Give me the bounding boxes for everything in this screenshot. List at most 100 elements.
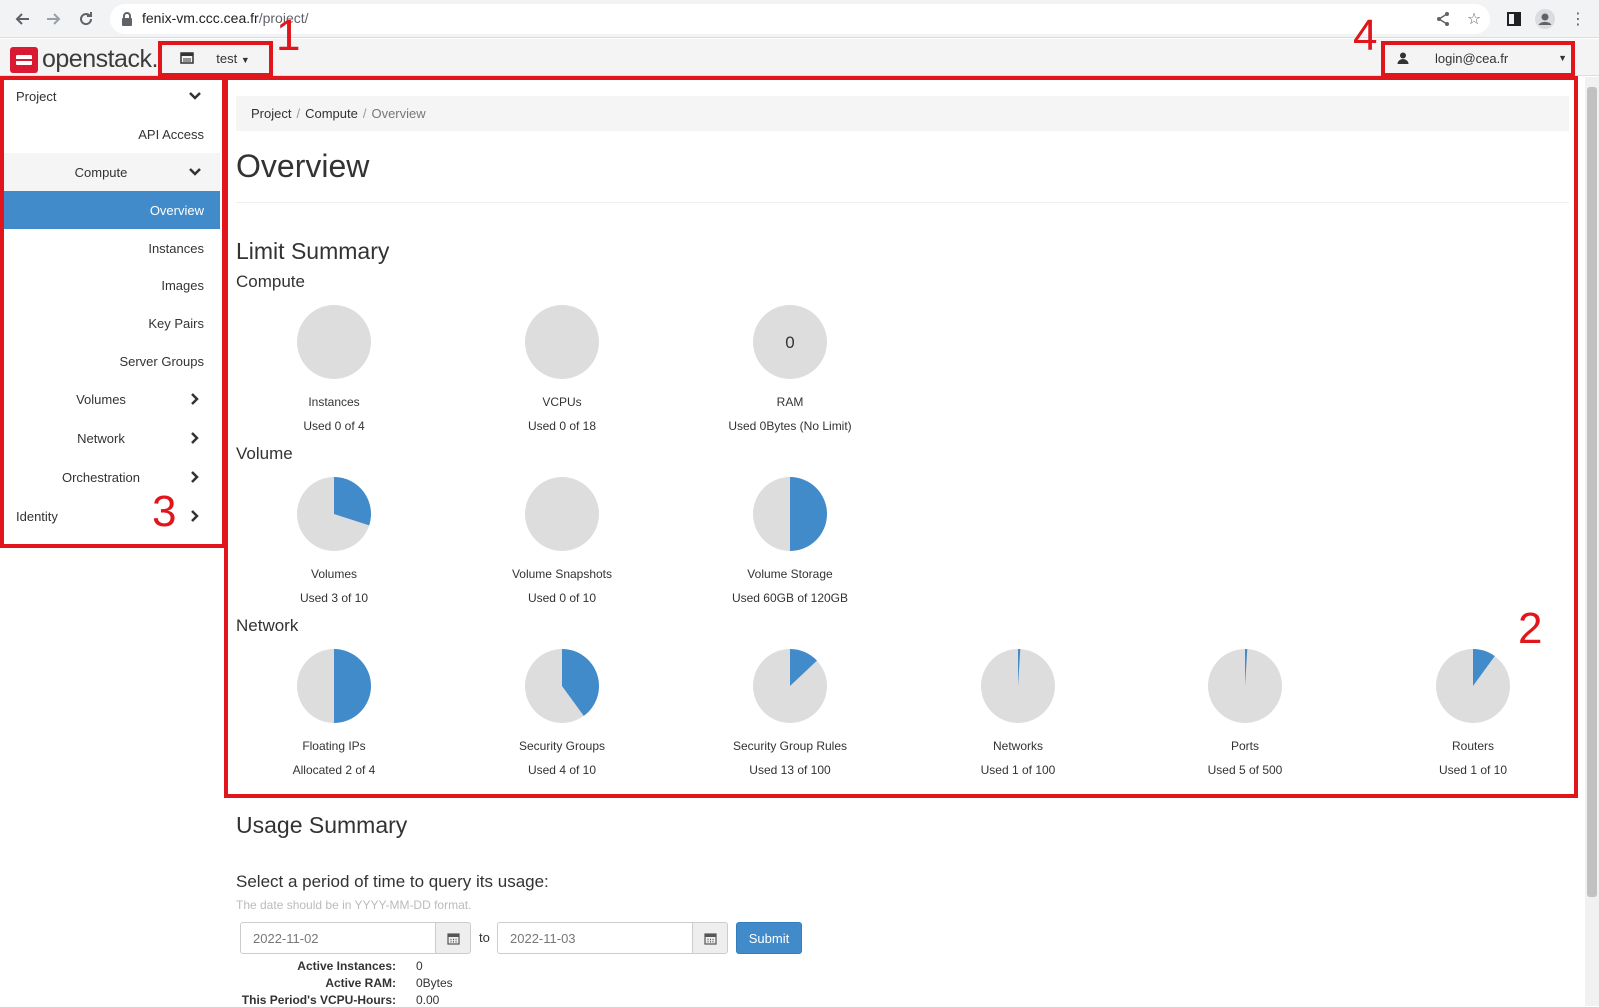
side-panel-icon[interactable] — [1503, 8, 1525, 30]
sidebar-item-label: Compute — [74, 164, 128, 180]
sidebar-item-overview[interactable]: Overview — [2, 191, 220, 229]
sidebar-item-label: Images — [161, 277, 204, 293]
pie-ports — [1208, 649, 1282, 723]
breadcrumb-project[interactable]: Project — [251, 106, 291, 121]
sidebar-item-label: Volumes — [76, 391, 126, 407]
pie-volumes — [297, 477, 371, 551]
sidebar-item-label: Key Pairs — [148, 315, 204, 331]
pie-label: Security Groups — [518, 739, 606, 753]
chevron-right-icon — [191, 510, 199, 522]
submit-button[interactable]: Submit — [736, 922, 802, 954]
pie-usage-text: Used 0 of 10 — [527, 591, 597, 605]
divider — [236, 202, 1569, 203]
openstack-logo-mark — [10, 46, 38, 73]
annotation-number-4: 4 — [1353, 11, 1378, 60]
pie-label: Ports — [1230, 739, 1259, 753]
page-scrollbar[interactable] — [1585, 77, 1599, 1006]
address-bar[interactable]: fenix-vm.ccc.cea.fr/project/ — [110, 4, 1490, 34]
end-date-input[interactable]: 2022-11-03 — [497, 922, 693, 954]
pie-security-groups — [525, 649, 599, 723]
compute-heading: Compute — [236, 272, 305, 291]
query-label: Select a period of time to query its usa… — [236, 872, 549, 891]
pie-usage-text: Used 1 of 100 — [980, 763, 1056, 777]
back-icon[interactable] — [10, 7, 34, 31]
start-date-input[interactable]: 2022-11-02 — [240, 922, 436, 954]
sidebar-item-api-access[interactable]: API Access — [2, 115, 220, 153]
bookmark-star-icon[interactable]: ☆ — [1463, 8, 1485, 30]
sidebar-item-label: Network — [77, 430, 125, 446]
pie-usage-text: Used 60GB of 120GB — [731, 591, 849, 605]
pie-usage-text: Used 0Bytes (No Limit) — [728, 419, 852, 433]
pie-vcpus — [525, 305, 599, 379]
caret-down-icon: ▼ — [240, 54, 250, 65]
pie-label: Floating IPs — [302, 739, 366, 753]
breadcrumb-compute[interactable]: Compute — [305, 106, 358, 121]
sidebar-item-network[interactable]: Network — [2, 419, 220, 457]
pie-instances — [297, 305, 371, 379]
sidebar-item-key-pairs[interactable]: Key Pairs — [2, 304, 220, 342]
pie-label: Security Group Rules — [732, 739, 848, 753]
pie-volume-snapshots — [525, 477, 599, 551]
pie-label: VCPUs — [542, 395, 582, 409]
pie-usage-text: Used 4 of 10 — [527, 763, 597, 777]
scrollbar-thumb[interactable] — [1587, 87, 1597, 897]
breadcrumb: Project / Compute / Overview — [236, 96, 1569, 131]
sidebar-item-label: Project — [16, 88, 57, 104]
sidebar-item-server-groups[interactable]: Server Groups — [2, 342, 220, 380]
user-name: login@cea.fr — [1435, 50, 1509, 66]
limit-summary-heading: Limit Summary — [236, 238, 390, 264]
to-label: to — [479, 930, 490, 945]
chevron-down-icon — [189, 168, 201, 176]
calendar-icon[interactable] — [435, 922, 471, 954]
chevron-right-icon — [191, 432, 199, 444]
pie-routers — [1436, 649, 1510, 723]
pie-label: Routers — [1451, 739, 1495, 753]
user-menu[interactable]: login@cea.fr ▼ — [1383, 41, 1573, 75]
sidebar-item-instances[interactable]: Instances — [2, 229, 220, 267]
sidebar-item-project[interactable]: Project — [2, 77, 220, 115]
pie-usage-text: Used 3 of 10 — [299, 591, 369, 605]
annotation-number-1: 1 — [276, 11, 301, 60]
openstack-logo[interactable]: openstack. — [10, 45, 158, 74]
annotation-number-2: 2 — [1518, 604, 1543, 653]
pie-label: Volume Storage — [747, 567, 833, 581]
volume-heading: Volume — [236, 444, 293, 463]
page-title: Overview — [236, 148, 370, 184]
calendar-icon[interactable] — [692, 922, 728, 954]
sidebar-item-label: Orchestration — [61, 469, 141, 485]
menu-dots-icon[interactable]: ⋮ — [1567, 8, 1589, 30]
pie-usage-text: Allocated 2 of 4 — [292, 763, 376, 777]
pie-usage-text: Used 1 of 10 — [1438, 763, 1508, 777]
reload-icon[interactable] — [74, 7, 98, 31]
network-heading: Network — [236, 616, 299, 635]
sidebar-item-volumes[interactable]: Volumes — [2, 380, 220, 418]
pie-volume-storage — [753, 477, 827, 551]
pie-label: Instances — [308, 395, 360, 409]
pie-usage-text: Used 13 of 100 — [749, 763, 831, 777]
sidebar-item-compute[interactable]: Compute — [2, 153, 220, 191]
lock-icon — [122, 12, 132, 26]
sidebar-item-label: Identity — [16, 508, 58, 524]
forward-icon[interactable] — [42, 7, 66, 31]
svg-text:0: 0 — [785, 333, 794, 352]
pie-usage-text: Used 0 of 18 — [527, 419, 597, 433]
date-format-hint: The date should be in YYYY-MM-DD format. — [236, 898, 472, 912]
pie-label: Volumes — [310, 567, 358, 581]
sidebar-item-images[interactable]: Images — [2, 266, 220, 304]
project-switcher[interactable]: test ▼ — [160, 41, 270, 75]
pie-label: Networks — [992, 739, 1043, 753]
sidebar-item-identity[interactable]: Identity — [2, 497, 220, 535]
sidebar-item-orchestration[interactable]: Orchestration — [2, 458, 220, 496]
breadcrumb-current: Overview — [371, 106, 426, 121]
chevron-right-icon — [191, 471, 199, 483]
pie-usage-text: Used 0 of 4 — [303, 419, 365, 433]
share-icon[interactable] — [1432, 8, 1454, 30]
sidebar-item-label: Instances — [148, 240, 204, 256]
sidebar-item-label: Server Groups — [119, 353, 204, 369]
user-caret-icon: ▼ — [1558, 53, 1567, 63]
pie-label: RAM — [776, 395, 804, 409]
project-list-icon — [180, 52, 194, 64]
openstack-logo-text: openstack. — [42, 45, 158, 73]
chevron-down-icon — [189, 92, 201, 100]
profile-icon[interactable] — [1534, 8, 1556, 30]
